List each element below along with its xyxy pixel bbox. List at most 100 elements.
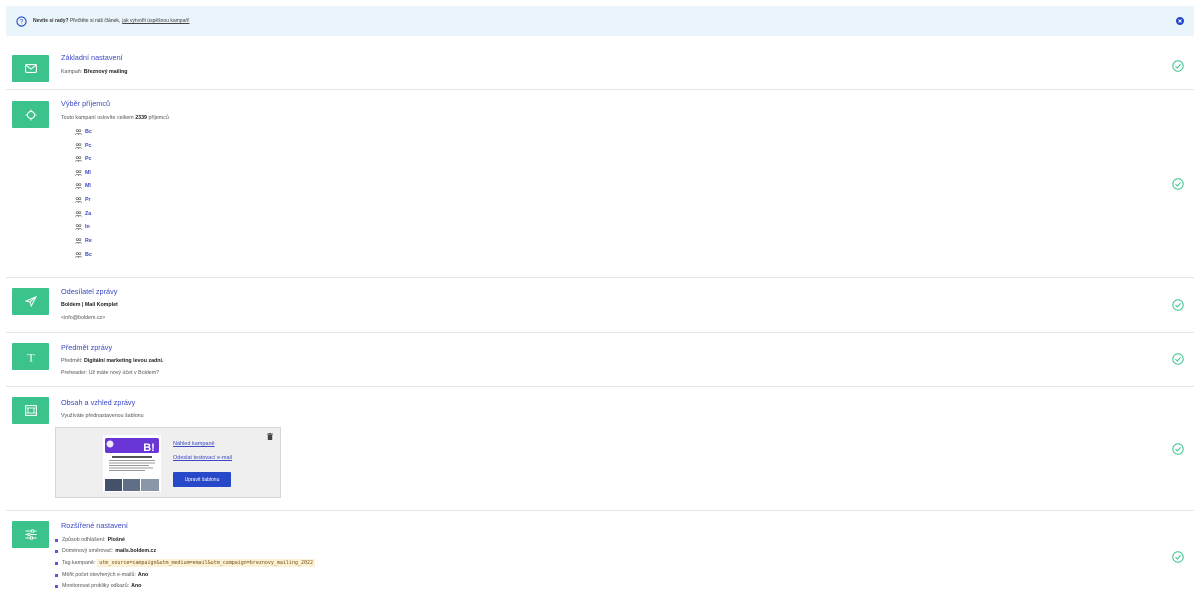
section-sender[interactable]: Odesílatel zprávy Boldem | Mail Komplet …	[6, 278, 1194, 333]
template-thumbnail-image: B!	[103, 435, 161, 491]
svg-text:T: T	[27, 351, 35, 363]
section-title-recipients[interactable]: Výběr příjemců	[61, 99, 110, 108]
preheader-value: Už máte nový účet v Boldem?	[88, 370, 160, 376]
setting-label: Způsob odhlášení:	[62, 537, 106, 543]
recipient-group[interactable]: Pc	[75, 143, 91, 149]
recipients-text-prefix: Touto kampaní oslovíte celkem	[61, 115, 134, 121]
help-banner-text: Přečtěte si náš článek,	[69, 18, 121, 24]
envelope-tile	[12, 55, 49, 82]
close-icon	[1178, 19, 1182, 23]
group-icon	[75, 224, 82, 230]
template-thumbnail[interactable]: B!	[103, 435, 161, 492]
section-advanced[interactable]: Rozšířené nastavení	[6, 511, 1194, 601]
group-icon	[75, 197, 82, 203]
sliders-icon	[25, 529, 36, 540]
preheader-line: Preheader: Už máte nový účet v Boldem?	[61, 370, 159, 376]
help-banner: ? Nevíte si rady? Přečtěte si náš článek…	[6, 6, 1194, 36]
section-basic-settings[interactable]: Základní nastavení Kampaň: Březnový mail…	[6, 44, 1194, 90]
svg-text:?: ?	[20, 18, 24, 25]
check-icon	[1172, 178, 1184, 190]
close-banner-button[interactable]	[1176, 17, 1184, 25]
subject-label: Předmět:	[61, 358, 83, 364]
group-icon	[75, 183, 82, 189]
setting-label: Doménový směrovač:	[62, 548, 114, 554]
bullet-icon	[55, 573, 58, 577]
group-icon	[75, 156, 82, 162]
bullet-icon	[55, 538, 58, 542]
send-test-email-link[interactable]: Odeslat testovací e-mail	[173, 455, 232, 461]
template-tile	[12, 397, 49, 424]
advanced-setting-item: Doménový směrovač: mails.boldem.cz	[55, 548, 156, 554]
campaign-value: Březnový mailing	[83, 69, 128, 75]
setting-label: Tag kampaně:	[62, 560, 96, 566]
recipients-text-suffix: příjemců	[148, 115, 169, 121]
paper-plane-icon	[24, 296, 37, 307]
preheader-label: Preheader:	[61, 370, 88, 376]
section-title-advanced[interactable]: Rozšířené nastavení	[61, 521, 128, 530]
group-icon	[75, 170, 82, 176]
recipient-group-label: Bc	[85, 252, 92, 258]
section-recipients[interactable]: Výběr příjemců Touto kampaní oslovíte ce…	[6, 90, 1194, 278]
advanced-setting-item: Způsob odhlášení: Plošné	[55, 537, 125, 543]
check-icon	[1172, 551, 1184, 563]
recipient-group[interactable]: Ml	[75, 170, 91, 176]
setting-value: mails.boldem.cz	[115, 548, 157, 554]
advanced-setting-item: Měřit počet otevřených e-mailů: Ano	[55, 572, 148, 578]
edit-template-button[interactable]: Upravit šablonu	[173, 472, 231, 487]
section-subject[interactable]: T Předmět zprávy Předmět: Digitální mark…	[6, 333, 1194, 387]
text-icon: T	[27, 351, 35, 363]
crosshair-icon	[25, 109, 36, 120]
help-article-link[interactable]: jak vytvořit úspěšnou kampaň!	[122, 18, 189, 24]
recipient-group[interactable]: Za	[75, 211, 91, 217]
section-title-subject[interactable]: Předmět zprávy	[61, 343, 112, 352]
bullet-icon	[55, 549, 58, 553]
sender-name-line: Boldem | Mail Komplet	[61, 302, 118, 308]
group-icon	[75, 129, 82, 135]
settings-tile	[12, 521, 49, 548]
trash-icon[interactable]	[267, 433, 273, 440]
section-title-basic[interactable]: Základní nastavení	[61, 53, 123, 62]
recipient-group-label: In	[85, 224, 90, 230]
recipient-group[interactable]: Pr	[75, 197, 91, 203]
recipient-group[interactable]: Pc	[75, 156, 91, 162]
check-icon	[1172, 299, 1184, 311]
template-preview-card: B! Náhled kampaně Odeslat testovací e-ma…	[55, 427, 281, 498]
template-info: Využíváte přednastavenou šablonu	[61, 413, 144, 419]
recipient-group[interactable]: Ml	[75, 183, 91, 189]
setting-label: Měřit počet otevřených e-mailů:	[62, 572, 136, 578]
recipient-group-label: Ml	[85, 183, 91, 189]
help-icon: ?	[16, 15, 27, 27]
recipients-count: 2339	[135, 115, 148, 121]
campaign-preview-link[interactable]: Náhled kampaně	[173, 441, 215, 447]
recipient-group-label: Pr	[85, 197, 91, 203]
section-title-content[interactable]: Obsah a vzhled zprávy	[61, 398, 135, 407]
recipient-group[interactable]: Bc	[75, 252, 92, 258]
group-icon	[75, 252, 82, 258]
recipient-group-label: Ml	[85, 170, 91, 176]
bullet-icon	[55, 561, 58, 565]
group-icon	[75, 211, 82, 217]
group-icon	[75, 238, 82, 244]
campaign-tag-value: utm_source=campaign&utm_medium=email&utm…	[97, 559, 316, 567]
recipient-group[interactable]: Re	[75, 238, 92, 244]
recipient-group-label: Bc	[85, 129, 92, 135]
image-icon	[24, 405, 37, 416]
setting-value: Ano	[137, 572, 149, 578]
subject-line: Předmět: Digitální marketing levou zadní…	[61, 358, 163, 364]
check-icon	[1172, 443, 1184, 455]
subject-value: Digitální marketing levou zadní.	[83, 358, 164, 364]
recipient-group-label: Za	[85, 211, 92, 217]
advanced-setting-item: Tag kampaně: utm_source=campaign&utm_med…	[55, 559, 316, 567]
setting-value: Ano	[131, 583, 142, 589]
section-title-sender[interactable]: Odesílatel zprávy	[61, 287, 117, 296]
group-icon	[75, 143, 82, 149]
setting-value: Plošné	[107, 537, 125, 543]
campaign-name-line: Kampaň: Březnový mailing	[61, 69, 128, 75]
campaign-label: Kampaň:	[61, 69, 83, 75]
recipient-group[interactable]: Bc	[75, 129, 92, 135]
sender-email: <info@boldem.cz>	[61, 315, 106, 321]
recipient-group[interactable]: In	[75, 224, 90, 230]
sender-name: Boldem | Mail Komplet	[61, 302, 118, 308]
recipient-group-label: Pc	[85, 143, 92, 149]
check-icon	[1172, 353, 1184, 365]
